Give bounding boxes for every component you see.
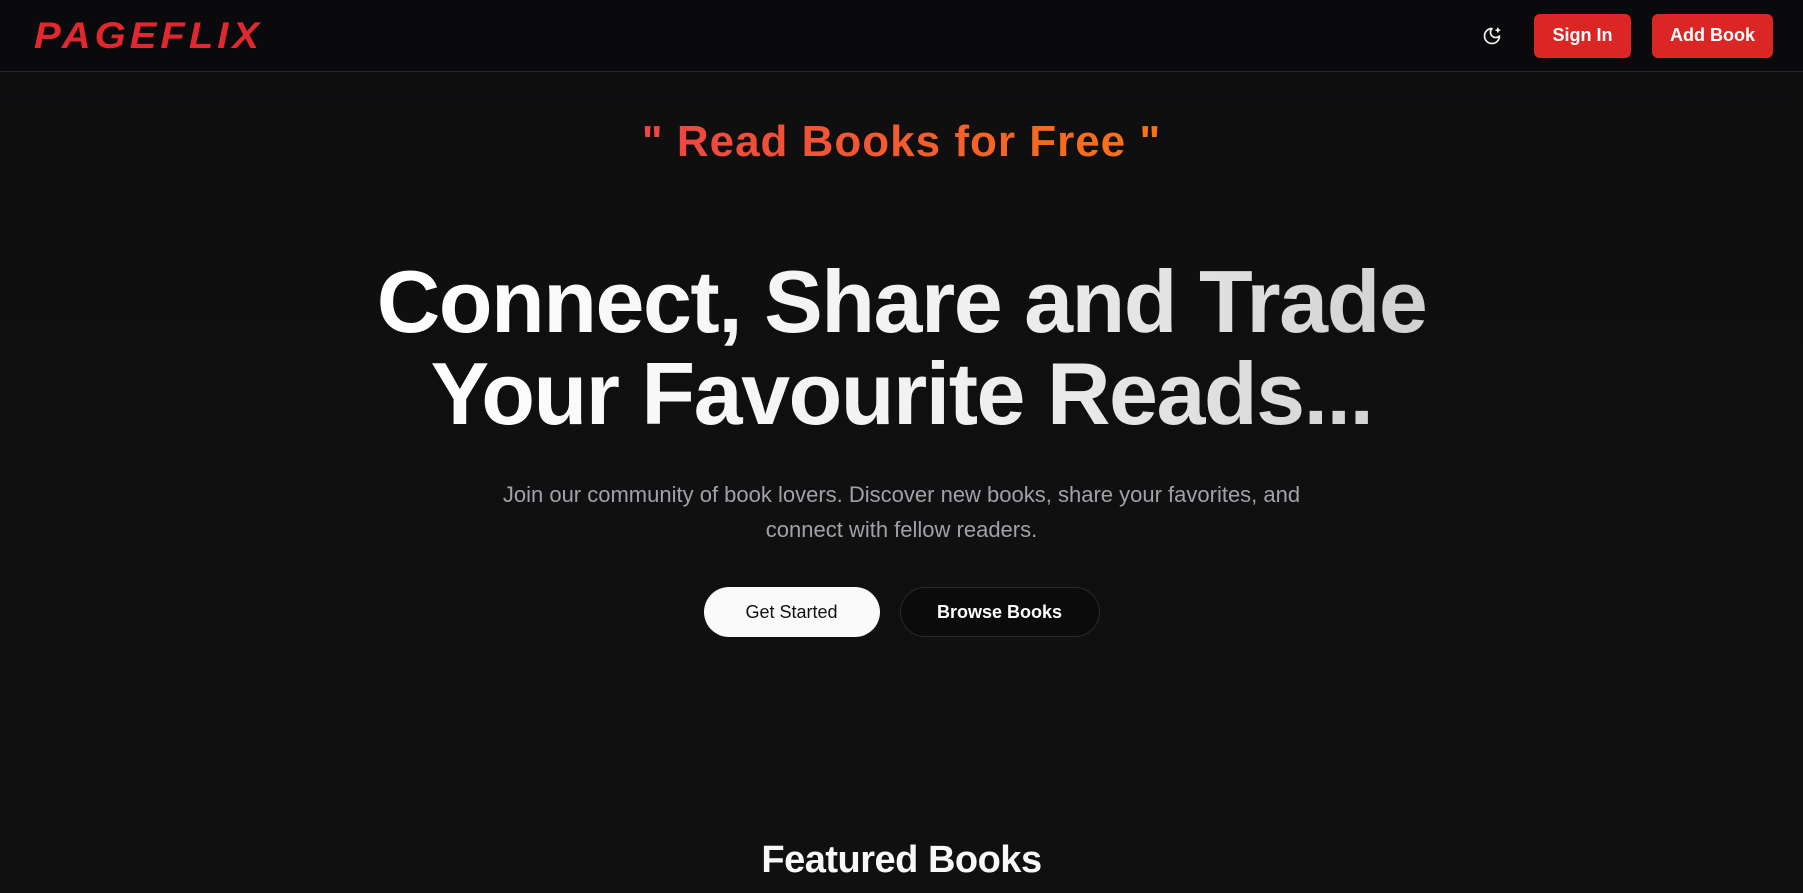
cta-row: Get Started Browse Books: [0, 587, 1803, 637]
get-started-button[interactable]: Get Started: [703, 587, 880, 637]
tagline: " Read Books for Free ": [642, 114, 1162, 170]
sign-in-button[interactable]: Sign In: [1534, 13, 1631, 58]
featured-books-title: Featured Books: [761, 839, 1042, 881]
hero-headline-line-2: Your Favourite Reads...: [352, 348, 1452, 440]
tagline-wrapper: " Read Books for Free ": [0, 114, 1803, 170]
page: PAGEFLIX Sign In Add Book " Read Books f…: [0, 0, 1803, 893]
hero-subtitle: Join our community of book lovers. Disco…: [502, 482, 1301, 542]
nav-actions: Sign In Add Book: [1472, 13, 1773, 58]
moon-icon: [1483, 27, 1501, 44]
hero-subtitle-wrapper: Join our community of book lovers. Disco…: [0, 477, 1803, 547]
navbar: PAGEFLIX Sign In Add Book: [0, 0, 1803, 72]
logo[interactable]: PAGEFLIX: [34, 17, 263, 54]
theme-toggle-button[interactable]: [1472, 16, 1512, 56]
hero-headline: Connect, Share and Trade Your Favourite …: [0, 256, 1803, 440]
hero-headline-line-1: Connect, Share and Trade: [352, 256, 1452, 348]
browse-books-button[interactable]: Browse Books: [899, 587, 1100, 637]
add-book-button[interactable]: Add Book: [1652, 13, 1773, 58]
